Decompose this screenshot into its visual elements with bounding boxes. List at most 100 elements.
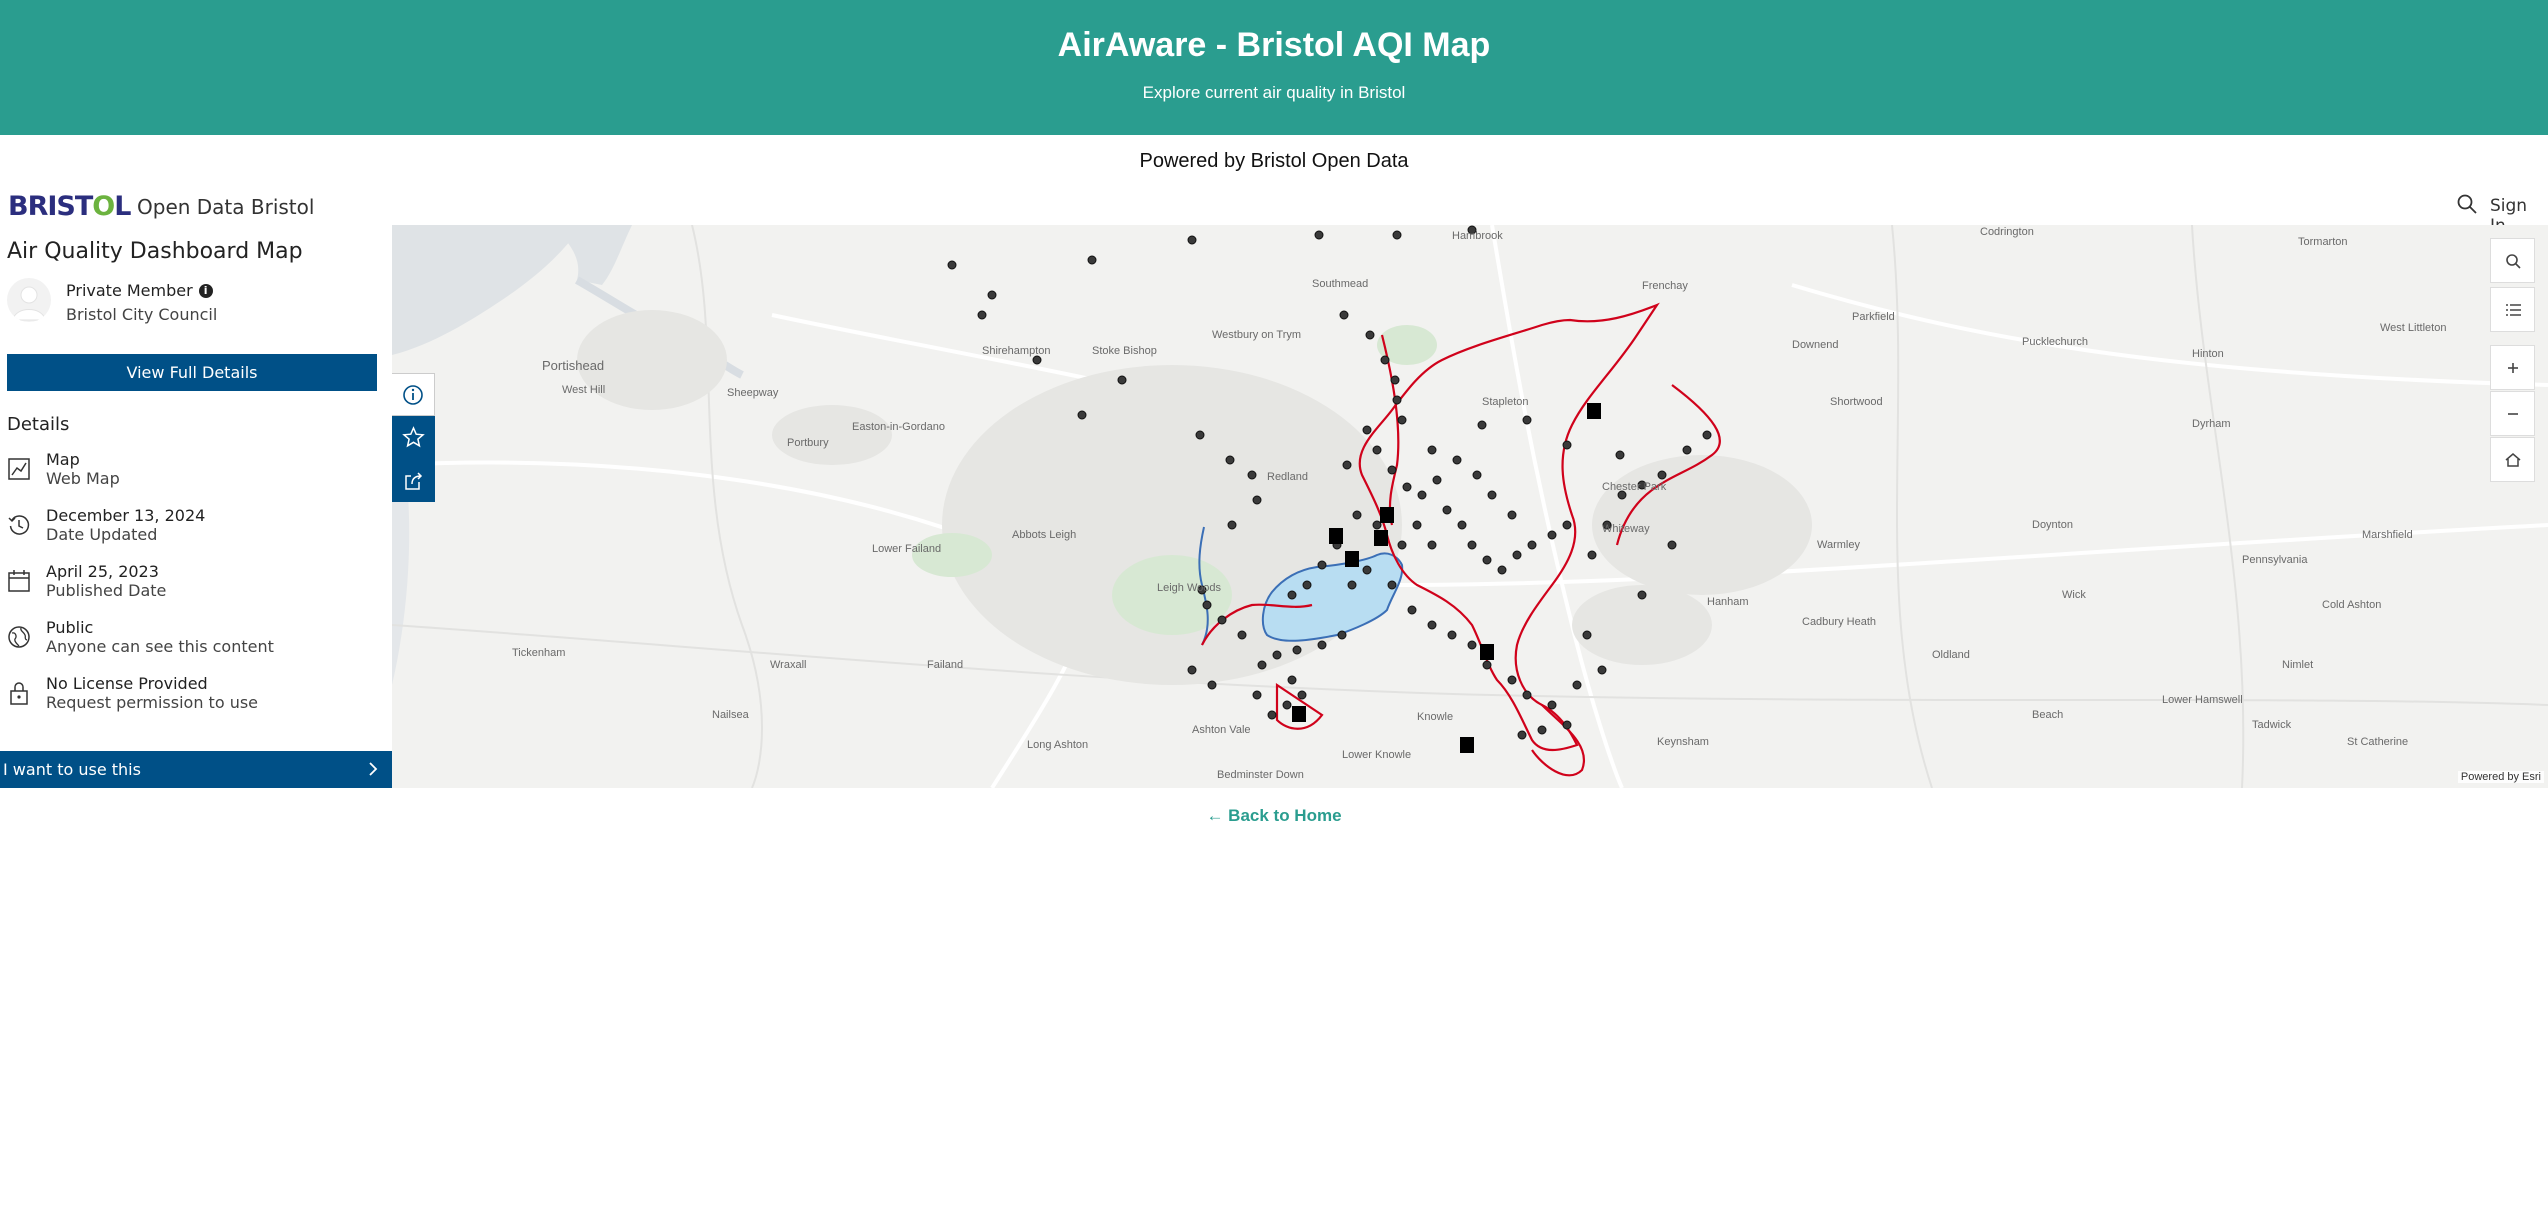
detail-sub: Anyone can see this content — [46, 637, 274, 656]
svg-text:Nailsea: Nailsea — [712, 709, 750, 721]
detail-sharing: Public Anyone can see this content — [7, 618, 387, 658]
hero-banner: AirAware - Bristol AQI Map Explore curre… — [0, 0, 2548, 135]
chevron-right-icon — [368, 762, 378, 776]
svg-text:Lower Failand: Lower Failand — [872, 543, 941, 555]
portal-site-name[interactable]: Open Data Bristol — [137, 195, 314, 219]
svg-text:Portbury: Portbury — [787, 437, 829, 449]
svg-text:Tadwick: Tadwick — [2252, 719, 2292, 731]
svg-text:Keynsham: Keynsham — [1657, 736, 1709, 748]
svg-text:Whiteway: Whiteway — [1602, 523, 1650, 535]
view-full-details-button[interactable]: View Full Details — [7, 354, 377, 391]
svg-text:Stoke Bishop: Stoke Bishop — [1092, 345, 1157, 357]
svg-text:Doynton: Doynton — [2032, 519, 2073, 531]
home-button[interactable] — [2490, 437, 2535, 482]
detail-sub: Published Date — [46, 581, 167, 600]
layer-list-button[interactable] — [2490, 287, 2535, 332]
i-want-to-use-this-button[interactable]: I want to use this — [0, 751, 392, 788]
svg-text:Ashton Vale: Ashton Vale — [1192, 724, 1251, 736]
svg-text:West Littleton: West Littleton — [2380, 322, 2446, 334]
map-icon — [7, 456, 31, 482]
zoom-out-icon — [2508, 413, 2518, 415]
svg-text:Easton-in-Gordano: Easton-in-Gordano — [852, 421, 945, 433]
owner-organization: Bristol City Council — [66, 305, 218, 324]
detail-main: Public — [46, 618, 94, 637]
owner-name-text: Private Member — [66, 281, 193, 300]
svg-text:Hinton: Hinton — [2192, 348, 2224, 360]
svg-text:Tickenham: Tickenham — [512, 647, 565, 659]
svg-text:Cadbury Heath: Cadbury Heath — [1802, 616, 1876, 628]
basemap: Hambrook Frenchay Codrington Tormarton Par… — [392, 225, 2548, 788]
zoom-in-icon — [2508, 363, 2518, 373]
item-details-panel: Air Quality Dashboard Map Private Member… — [0, 225, 392, 788]
tab-favorite[interactable] — [392, 416, 435, 459]
svg-text:Shirehampton: Shirehampton — [982, 345, 1051, 357]
svg-text:Abbots Leigh: Abbots Leigh — [1012, 529, 1076, 541]
svg-text:St Catherine: St Catherine — [2347, 736, 2408, 748]
detail-main: April 25, 2023 — [46, 562, 159, 581]
history-icon — [7, 512, 31, 538]
detail-main: No License Provided — [46, 674, 208, 693]
avatar — [7, 278, 51, 322]
svg-text:Wick: Wick — [2062, 589, 2086, 601]
lock-icon — [7, 680, 31, 706]
svg-text:Stapleton: Stapleton — [1482, 396, 1528, 408]
svg-text:Bedminster Down: Bedminster Down — [1217, 769, 1304, 781]
svg-text:Southmead: Southmead — [1312, 278, 1368, 290]
item-title: Air Quality Dashboard Map — [7, 239, 303, 264]
owner-name: Private Member i — [66, 281, 213, 300]
svg-text:Beach: Beach — [2032, 709, 2063, 721]
map-view[interactable]: Hambrook Frenchay Codrington Tormarton Par… — [392, 225, 2548, 788]
home-icon — [2505, 453, 2521, 467]
svg-text:Oldland: Oldland — [1932, 649, 1970, 661]
svg-text:Cold Ashton: Cold Ashton — [2322, 599, 2381, 611]
portal-header: BRISTOL Open Data Bristol Sign In — [0, 183, 2548, 236]
embedded-map-viewer: BRISTOL Open Data Bristol Sign In Air Qu… — [0, 183, 2548, 788]
tab-share[interactable] — [392, 459, 435, 502]
detail-main: Map — [46, 450, 80, 469]
svg-text:Leigh Woods: Leigh Woods — [1157, 582, 1222, 594]
svg-text:Lower Hamswell: Lower Hamswell — [2162, 694, 2243, 706]
svg-text:West Hill: West Hill — [562, 384, 605, 396]
esri-attribution[interactable]: Powered by Esri — [2457, 771, 2544, 783]
detail-date-updated: December 13, 2024 Date Updated — [7, 506, 387, 546]
layer-list-icon — [2506, 304, 2521, 316]
detail-sub: Date Updated — [46, 525, 158, 544]
page-title: AirAware - Bristol AQI Map — [1057, 26, 1491, 64]
search-icon[interactable] — [2455, 192, 2479, 216]
svg-text:Failand: Failand — [927, 659, 963, 671]
panel-tab-bar — [392, 373, 435, 503]
info-icon[interactable]: i — [198, 284, 213, 298]
star-icon — [402, 426, 425, 448]
zoom-out-button[interactable] — [2490, 391, 2535, 436]
svg-text:Downend: Downend — [1792, 339, 1838, 351]
svg-text:Westbury on Trym: Westbury on Trym — [1212, 329, 1301, 341]
detail-license: No License Provided Request permission t… — [7, 674, 387, 714]
tab-info[interactable] — [392, 373, 435, 416]
bristol-logo[interactable]: BRISTOL — [8, 191, 131, 222]
zoom-in-button[interactable] — [2490, 345, 2535, 390]
powered-by-text: Powered by Bristol Open Data — [1139, 150, 1409, 172]
search-icon — [2506, 254, 2521, 269]
svg-text:Frenchay: Frenchay — [1642, 280, 1688, 292]
detail-main: December 13, 2024 — [46, 506, 206, 525]
svg-text:Wraxall: Wraxall — [770, 659, 806, 671]
detail-sub: Web Map — [46, 469, 120, 488]
map-search-button[interactable] — [2490, 238, 2535, 283]
svg-text:Parkfield: Parkfield — [1852, 311, 1895, 323]
svg-text:Marshfield: Marshfield — [2362, 529, 2413, 541]
page-subtitle: Explore current air quality in Bristol — [1142, 83, 1406, 102]
svg-text:Pucklechurch: Pucklechurch — [2022, 336, 2088, 348]
calendar-icon — [7, 568, 31, 594]
globe-icon — [7, 624, 31, 650]
svg-text:Chester Park: Chester Park — [1602, 481, 1667, 493]
use-button-label: I want to use this — [3, 760, 141, 779]
detail-item-type: Map Web Map — [7, 450, 387, 490]
svg-text:Dyrham: Dyrham — [2192, 418, 2231, 430]
svg-text:Shortwood: Shortwood — [1830, 396, 1883, 408]
share-icon — [405, 472, 423, 490]
back-to-home-link[interactable]: ← Back to Home — [0, 806, 2548, 826]
svg-text:Knowle: Knowle — [1417, 711, 1453, 723]
svg-text:Codrington: Codrington — [1980, 226, 2034, 238]
detail-published-date: April 25, 2023 Published Date — [7, 562, 387, 602]
svg-text:Tormarton: Tormarton — [2298, 236, 2348, 248]
